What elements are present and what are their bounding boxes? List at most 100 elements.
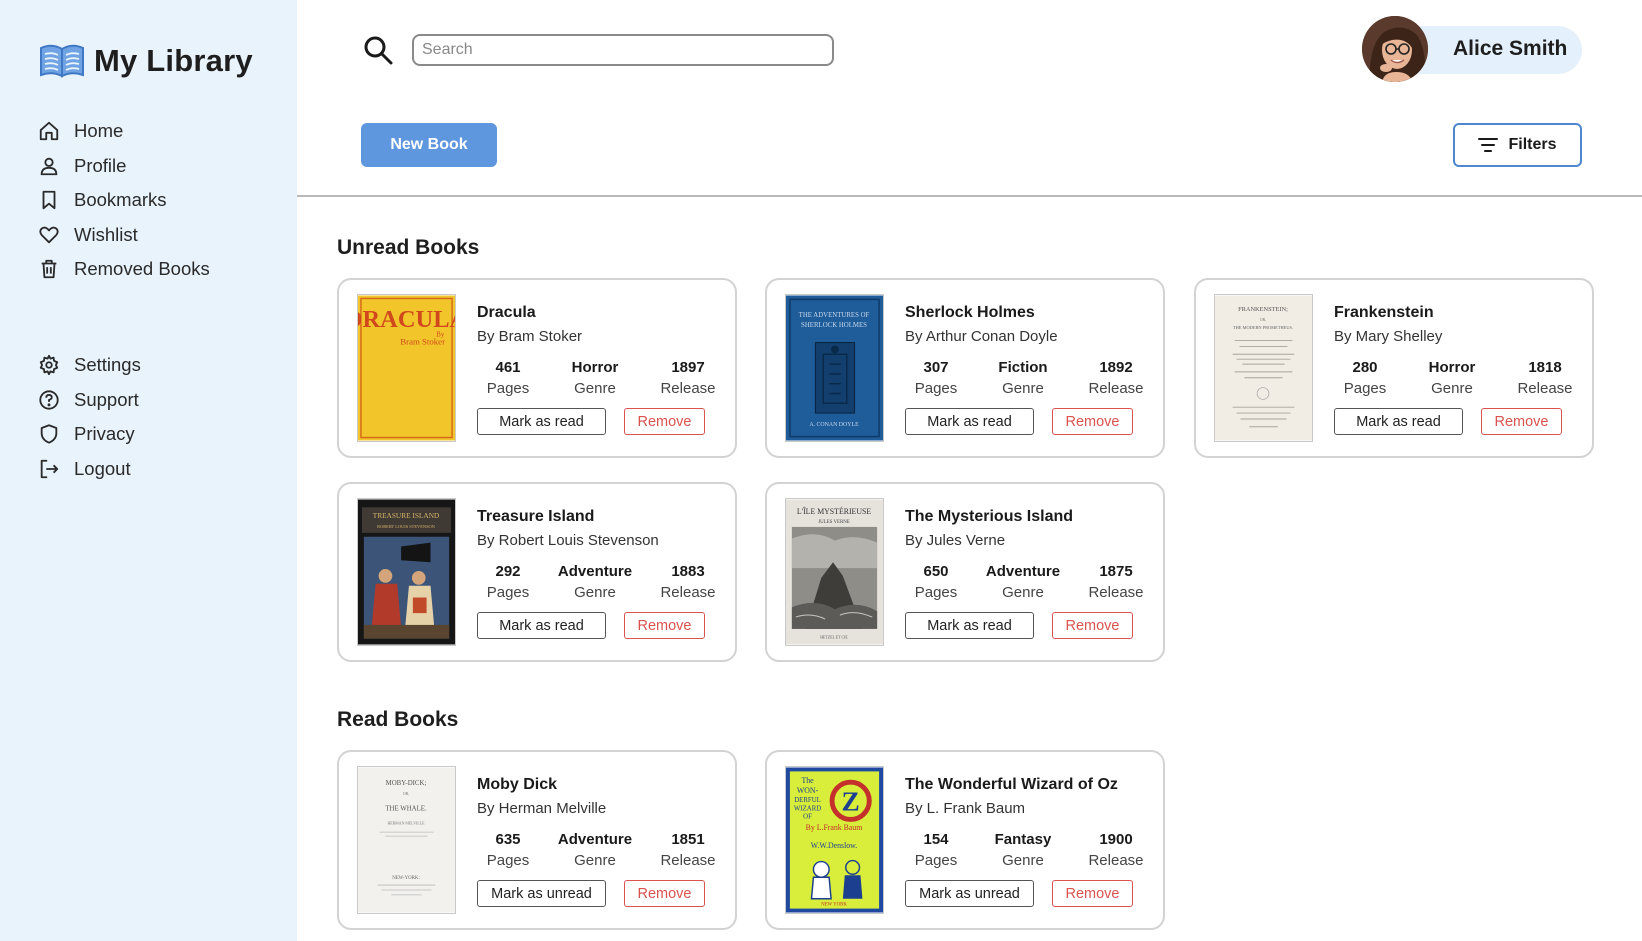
stat-release: 1883 Release (648, 562, 728, 603)
book-cover[interactable]: MOBY-DICK; OR, THE WHALE. HERMAN MELVILL… (357, 766, 456, 914)
stat-value: 280 (1352, 359, 1378, 376)
mark-as-read-button[interactable]: Mark as read (477, 408, 606, 435)
filters-button[interactable]: Filters (1453, 123, 1582, 167)
stat-release: 1875 Release (1076, 562, 1156, 603)
sidebar-item-bookmarks[interactable]: Bookmarks (38, 183, 278, 218)
remove-button[interactable]: Remove (1052, 612, 1133, 639)
stat-pages: 307 Pages (896, 358, 976, 399)
new-book-button[interactable]: New Book (361, 123, 497, 167)
dracula-cover: DRACULA By Bram Stoker (358, 295, 455, 441)
mysterious-island-cover: L'ÎLE MYSTÉRIEUSE JULES VERNE HETZEL ET … (786, 499, 883, 645)
sidebar-item-profile[interactable]: Profile (38, 149, 278, 184)
remove-button[interactable]: Remove (1052, 408, 1133, 435)
sidebar: My Library Home Profile Bookmarks Wishli… (0, 0, 297, 941)
stat-genre: Adventure Genre (555, 562, 635, 603)
svg-text:The: The (801, 776, 814, 785)
stat-label: Release (1088, 584, 1144, 601)
app-title: My Library (94, 43, 253, 78)
mark-as-read-button[interactable]: Mark as read (905, 408, 1034, 435)
remove-button[interactable]: Remove (1481, 408, 1562, 435)
sidebar-item-wishlist[interactable]: Wishlist (38, 218, 278, 253)
book-cover[interactable]: DRACULA By Bram Stoker (357, 294, 456, 442)
book-title: The Wonderful Wizard of Oz (905, 776, 1118, 793)
filter-icon (1478, 138, 1499, 152)
trash-icon (41, 260, 57, 279)
remove-button[interactable]: Remove (1052, 880, 1133, 907)
stat-label: Pages (914, 852, 958, 869)
stat-value: Adventure (557, 563, 633, 580)
stat-value: 461 (495, 359, 521, 376)
mark-as-unread-button[interactable]: Mark as unread (905, 880, 1034, 907)
svg-text:Bram Stoker: Bram Stoker (400, 336, 445, 346)
bookmark-icon (42, 191, 56, 210)
sidebar-item-home[interactable]: Home (38, 114, 278, 149)
svg-text:TREASURE ISLAND: TREASURE ISLAND (373, 511, 440, 520)
sidebar-item-label: Bookmarks (74, 189, 167, 211)
book-title: Treasure Island (477, 508, 595, 525)
wizard-of-oz-cover: The WON- DERFUL WIZARD OF Z By L.Frank B… (786, 767, 883, 913)
sidebar-item-label: Removed Books (74, 258, 210, 280)
sherlock-cover: THE ADVENTURES OF SHERLOCK HOLMES A. CON… (786, 295, 883, 441)
mark-as-read-button[interactable]: Mark as read (477, 612, 606, 639)
book-author: By Bram Stoker (477, 328, 583, 345)
remove-button[interactable]: Remove (624, 880, 705, 907)
book-author: By L. Frank Baum (905, 800, 1026, 817)
stat-label: Genre (1002, 584, 1044, 601)
home-icon (39, 122, 59, 141)
book-cover[interactable]: FRANKENSTEIN; OR, THE MODERN PROMETHEUS. (1214, 294, 1313, 442)
book-card: MOBY-DICK; OR, THE WHALE. HERMAN MELVILL… (337, 750, 737, 930)
book-cover[interactable]: L'ÎLE MYSTÉRIEUSE JULES VERNE HETZEL ET … (785, 498, 884, 646)
user-icon (40, 157, 58, 175)
book-card: THE ADVENTURES OF SHERLOCK HOLMES A. CON… (765, 278, 1165, 458)
stat-label: Pages (486, 380, 530, 397)
mark-as-read-button[interactable]: Mark as read (905, 612, 1034, 639)
sidebar-item-label: Logout (74, 457, 131, 479)
search-input[interactable] (412, 34, 834, 66)
svg-text:L'ÎLE MYSTÉRIEUSE: L'ÎLE MYSTÉRIEUSE (797, 506, 871, 516)
book-cover[interactable]: THE ADVENTURES OF SHERLOCK HOLMES A. CON… (785, 294, 884, 442)
stat-label: Genre (574, 380, 616, 397)
stat-value: 1818 (1528, 359, 1562, 376)
secondary-nav: Settings Support Privacy Logout (38, 348, 278, 486)
mark-as-unread-button[interactable]: Mark as unread (477, 880, 606, 907)
sidebar-item-settings[interactable]: Settings (38, 348, 278, 383)
svg-text:THE MODERN PROMETHEUS.: THE MODERN PROMETHEUS. (1233, 325, 1293, 330)
stat-value: 1897 (671, 359, 705, 376)
sidebar-item-logout[interactable]: Logout (38, 452, 278, 487)
book-card: The WON- DERFUL WIZARD OF Z By L.Frank B… (765, 750, 1165, 930)
stat-value: Adventure (557, 831, 633, 848)
avatar[interactable] (1362, 16, 1428, 82)
user-name: Alice Smith (1453, 37, 1568, 60)
stat-label: Pages (486, 852, 530, 869)
remove-button[interactable]: Remove (624, 408, 705, 435)
stat-label: Pages (1343, 380, 1387, 397)
book-author: By Arthur Conan Doyle (905, 328, 1058, 345)
sidebar-item-label: Settings (74, 354, 141, 376)
stat-genre: Horror Genre (555, 358, 635, 399)
sidebar-item-support[interactable]: Support (38, 383, 278, 418)
remove-button[interactable]: Remove (624, 612, 705, 639)
stat-value: 1875 (1099, 563, 1133, 580)
stat-label: Genre (574, 852, 616, 869)
stat-release: 1897 Release (648, 358, 728, 399)
stat-label: Pages (914, 584, 958, 601)
stat-label: Genre (574, 584, 616, 601)
app-logo[interactable]: My Library (38, 42, 253, 80)
sidebar-item-privacy[interactable]: Privacy (38, 417, 278, 452)
svg-text:ROBERT LOUIS STEVENSON: ROBERT LOUIS STEVENSON (377, 524, 436, 529)
stat-label: Pages (486, 584, 530, 601)
book-cover[interactable]: TREASURE ISLAND ROBERT LOUIS STEVENSON (357, 498, 456, 646)
stat-value: 292 (495, 563, 521, 580)
mark-as-read-button[interactable]: Mark as read (1334, 408, 1463, 435)
svg-text:THE WHALE.: THE WHALE. (385, 806, 427, 813)
book-cover[interactable]: The WON- DERFUL WIZARD OF Z By L.Frank B… (785, 766, 884, 914)
primary-nav: Home Profile Bookmarks Wishlist Removed … (38, 114, 278, 287)
user-menu[interactable]: Alice Smith (1362, 16, 1582, 82)
stat-value: 307 (923, 359, 949, 376)
sidebar-item-label: Privacy (74, 423, 135, 445)
stat-value: Fiction (998, 359, 1048, 376)
heart-icon (39, 226, 59, 243)
sidebar-item-removed-books[interactable]: Removed Books (38, 252, 278, 287)
search-icon[interactable] (362, 34, 394, 66)
logout-icon (40, 459, 59, 478)
